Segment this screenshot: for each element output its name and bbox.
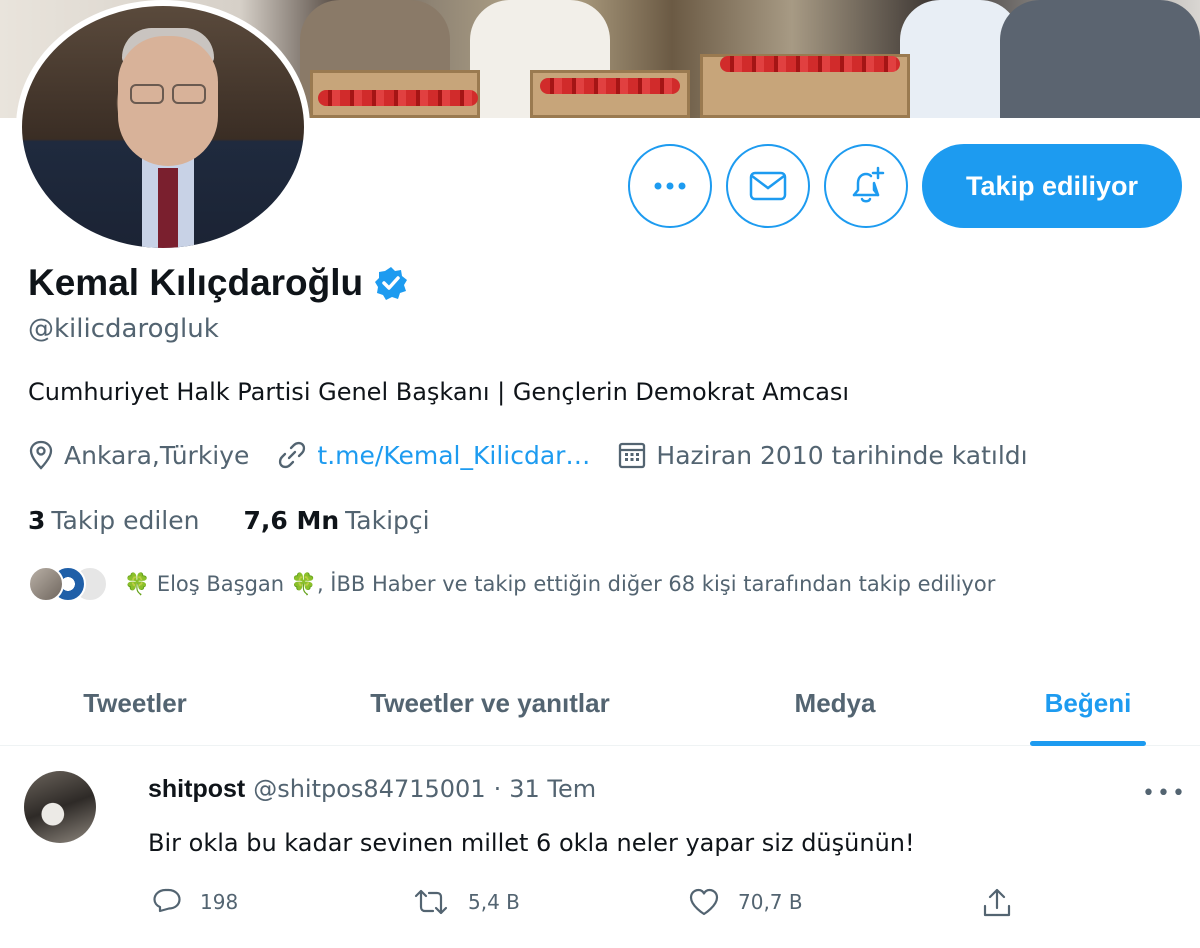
tab-label: Beğeni [1044, 687, 1132, 718]
retweet-count: 5,4 B [468, 890, 520, 914]
tab-media[interactable]: Medya [740, 660, 930, 746]
strawberries [318, 90, 478, 106]
tweet-header: shitpost @shitpos84715001 · 31 Tem [148, 775, 596, 804]
avatar-tie [158, 168, 178, 248]
profile-name-row: Kemal Kılıçdaroğlu [28, 262, 409, 304]
heart-icon [689, 888, 719, 916]
strawberries [720, 56, 900, 72]
tweet-actions: 198 5,4 B 70,7 B [148, 887, 1048, 921]
following-button[interactable]: Takip ediliyor [922, 144, 1182, 228]
followers-label: Takipçi [345, 506, 430, 535]
profile-bio: Cumhuriyet Halk Partisi Genel Başkanı | … [28, 378, 850, 406]
tweet-handle[interactable]: @shitpos84715001 [253, 775, 485, 803]
retweet-button[interactable]: 5,4 B [412, 887, 520, 917]
reply-count: 198 [200, 890, 239, 914]
following-label: Takip edilen [51, 506, 200, 535]
followers-count-link[interactable]: 7,6 Mn Takipçi [243, 506, 429, 535]
tab-likes[interactable]: Beğeni [1030, 660, 1146, 746]
tab-label: Medya [794, 687, 876, 718]
calendar-icon [619, 442, 646, 469]
following-count-link[interactable]: 3 Takip edilen [28, 506, 199, 535]
profile-name: Kemal Kılıçdaroğlu [28, 262, 364, 303]
profile-avatar[interactable] [16, 0, 310, 254]
tab-tweets-and-replies[interactable]: Tweetler ve yanıtlar [320, 660, 660, 746]
reply-button[interactable]: 198 [152, 887, 238, 917]
tab-label: Tweetler [83, 687, 187, 718]
notifications-button[interactable] [824, 144, 908, 228]
avatar[interactable] [24, 771, 96, 843]
tweet-date[interactable]: 31 Tem [509, 775, 596, 803]
avatar-glasses [172, 84, 206, 104]
tweet-more-button[interactable]: ••• [1142, 781, 1187, 806]
location-text: Ankara,Türkiye [64, 440, 250, 470]
verified-badge-icon [375, 267, 408, 300]
tweet[interactable]: shitpost @shitpos84715001 · 31 Tem ••• B… [0, 747, 1200, 948]
joined-item: Haziran 2010 tarihinde katıldı [618, 440, 1028, 470]
location-item: Ankara,Türkiye [28, 440, 249, 470]
profile-tabs: Tweetler Tweetler ve yanıtlar Medya Beğe… [0, 660, 1200, 746]
retweet-icon [414, 889, 448, 915]
more-icon [654, 182, 686, 190]
share-icon [983, 888, 1011, 917]
like-count: 70,7 B [738, 890, 803, 914]
location-pin-icon [29, 440, 53, 470]
share-button[interactable] [982, 887, 1012, 919]
link-icon [279, 441, 306, 469]
tweet-display-name[interactable]: shitpost [148, 775, 245, 804]
profile-handle: @kilicdarogluk [28, 314, 219, 344]
reply-icon [153, 888, 181, 913]
joined-text: Haziran 2010 tarihinde katıldı [656, 440, 1028, 470]
active-tab-indicator [1030, 741, 1146, 746]
mail-icon [749, 171, 787, 201]
website-link[interactable]: t.me/Kemal_Kilicdar… [317, 441, 590, 470]
avatar-glasses [130, 84, 164, 104]
website-item: t.me/Kemal_Kilicdar… [277, 440, 590, 470]
profile-meta: Ankara,Türkiye t.me/Kemal_Kilicdar… Hazi… [28, 440, 1056, 470]
like-button[interactable]: 70,7 B [688, 887, 803, 917]
bell-plus-icon [852, 166, 885, 203]
followed-by-text: 🍀 Eloş Başgan 🍀, İBB Haber ve takip etti… [124, 571, 996, 596]
avatar [28, 566, 64, 602]
strawberries [540, 78, 680, 94]
banner-person [1000, 0, 1200, 118]
tweet-separator: · [493, 775, 502, 803]
followers-count: 7,6 Mn [243, 506, 340, 535]
tab-label: Tweetler ve yanıtlar [370, 687, 610, 718]
more-options-button[interactable] [628, 144, 712, 228]
following-count: 3 [28, 506, 46, 535]
message-button[interactable] [726, 144, 810, 228]
mutual-avatars [28, 566, 112, 602]
tweet-text: Bir okla bu kadar sevinen millet 6 okla … [148, 829, 915, 857]
follow-counts: 3 Takip edilen 7,6 Mn Takipçi [28, 506, 474, 535]
tab-tweets[interactable]: Tweetler [30, 660, 240, 746]
followers-you-know[interactable]: 🍀 Eloş Başgan 🍀, İBB Haber ve takip etti… [28, 566, 995, 602]
